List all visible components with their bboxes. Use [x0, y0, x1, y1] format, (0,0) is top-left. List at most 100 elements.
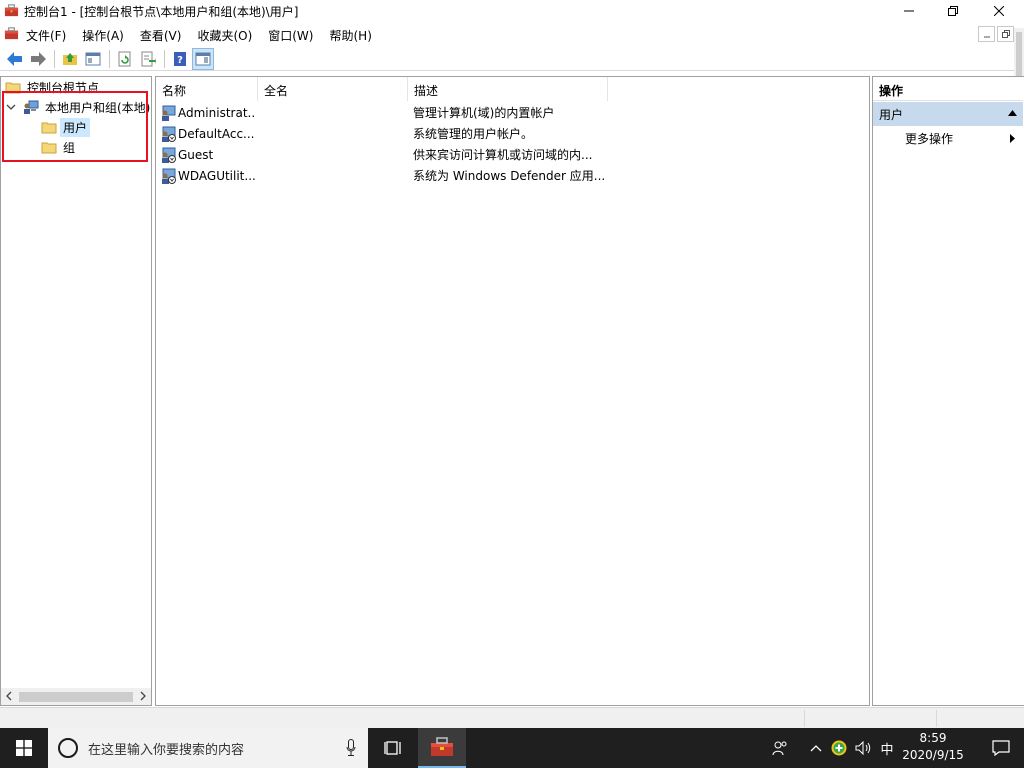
- scrollbar-thumb[interactable]: [19, 692, 133, 702]
- user-name: DefaultAcc...: [178, 126, 255, 141]
- menu-bar: 文件(F) 操作(A) 查看(V) 收藏夹(O) 窗口(W) 帮助(H): [0, 23, 1024, 45]
- tree-item-groups[interactable]: 组: [41, 137, 78, 157]
- show-hide-tree-icon: [85, 52, 101, 65]
- disabled-user-icon: [162, 126, 176, 142]
- ime-indicator[interactable]: 中: [876, 728, 898, 768]
- actions-group-label: 用户: [879, 108, 904, 122]
- microphone-icon[interactable]: [346, 739, 356, 757]
- tray-app-icon[interactable]: [828, 728, 850, 768]
- actions-group-users[interactable]: 用户: [873, 102, 1023, 126]
- chevron-left-icon[interactable]: [5, 691, 13, 701]
- column-header-description[interactable]: 描述: [408, 77, 608, 101]
- menu-file[interactable]: 文件(F): [18, 23, 74, 45]
- tree-item-local-users-groups[interactable]: 本地用户和组(本地): [5, 97, 151, 117]
- list-header: 名称 全名 描述: [156, 77, 608, 101]
- back-arrow-icon: [7, 51, 22, 66]
- mdi-restore-button[interactable]: [997, 26, 1014, 42]
- tree-horizontal-scrollbar[interactable]: [1, 688, 151, 705]
- action-center-button[interactable]: [978, 728, 1024, 768]
- actions-pane: 操作 用户 更多操作: [872, 76, 1024, 706]
- menu-action[interactable]: 操作(A): [74, 23, 132, 45]
- refresh-icon: [118, 51, 131, 66]
- user-description: 系统管理的用户帐户。: [413, 127, 534, 141]
- people-button[interactable]: [766, 728, 794, 768]
- window-title: 控制台1 - [控制台根节点\本地用户和组(本地)\用户]: [24, 5, 299, 19]
- console-tree-pane[interactable]: 控制台根节点 本地用户和组(本地) 用户 组: [0, 76, 152, 706]
- table-row[interactable]: DefaultAcc... 系统管理的用户帐户。: [156, 123, 606, 144]
- status-bar: [0, 707, 1024, 728]
- restore-icon: [948, 6, 958, 16]
- tree-item-label: 用户: [60, 117, 91, 137]
- restore-button[interactable]: [930, 0, 976, 22]
- forward-button[interactable]: [27, 48, 49, 70]
- refresh-button[interactable]: [114, 48, 136, 70]
- volume-button[interactable]: [852, 728, 876, 768]
- menu-view[interactable]: 查看(V): [132, 23, 190, 45]
- task-view-button[interactable]: [370, 728, 416, 768]
- console-document-icon[interactable]: [4, 26, 19, 41]
- chevron-down-icon[interactable]: [5, 101, 17, 113]
- results-list-pane[interactable]: 名称 全名 描述 Administrat... 管理计算机(域)的内置帐户 De…: [155, 76, 870, 706]
- mdi-window-controls: [978, 26, 1014, 42]
- toolbox-app-icon: [4, 4, 19, 17]
- search-placeholder: 在这里输入你要搜索的内容: [88, 742, 245, 758]
- minimize-icon: [983, 36, 990, 38]
- export-list-button[interactable]: [137, 48, 159, 70]
- svg-text:?: ?: [177, 55, 183, 66]
- menu-help[interactable]: 帮助(H): [321, 23, 379, 45]
- notification-icon: [992, 740, 1010, 756]
- chevron-up-icon: [810, 745, 822, 752]
- tree-root-item[interactable]: 控制台根节点: [5, 77, 102, 97]
- toolbar-separator: [54, 49, 55, 68]
- taskbar-mmc-app[interactable]: [418, 728, 466, 768]
- disabled-user-icon: [162, 168, 176, 184]
- title-bar: 控制台1 - [控制台根节点\本地用户和组(本地)\用户]: [0, 0, 1024, 22]
- collapse-up-icon[interactable]: [1008, 110, 1017, 116]
- tree-item-label: 本地用户和组(本地): [45, 100, 151, 115]
- cortana-icon: [58, 738, 78, 758]
- user-name: Guest: [178, 147, 214, 162]
- menu-window[interactable]: 窗口(W): [260, 23, 321, 45]
- submenu-arrow-icon: [1010, 134, 1015, 143]
- close-icon: [994, 6, 1004, 16]
- toolbar: ?: [0, 47, 1014, 71]
- clock-date: 2020/9/15: [902, 748, 964, 762]
- folder-icon: [41, 142, 57, 154]
- back-button[interactable]: [4, 48, 26, 70]
- close-button[interactable]: [976, 0, 1022, 22]
- tree-item-users[interactable]: 用户: [41, 117, 91, 137]
- user-description: 管理计算机(域)的内置帐户: [413, 106, 555, 120]
- up-level-button[interactable]: [59, 48, 81, 70]
- taskbar-search-box[interactable]: 在这里输入你要搜索的内容: [48, 728, 368, 768]
- forward-arrow-icon: [31, 51, 46, 66]
- column-header-fullname[interactable]: 全名: [258, 77, 408, 101]
- tree-root-label: 控制台根节点: [27, 80, 100, 95]
- speaker-icon: [855, 741, 871, 755]
- show-hide-action-pane-icon: [195, 52, 211, 65]
- people-icon: [772, 741, 787, 756]
- table-row[interactable]: Guest 供来宾访问计算机或访问域的内...: [156, 144, 606, 165]
- menu-favorites[interactable]: 收藏夹(O): [189, 23, 260, 45]
- minimize-icon: [904, 10, 914, 12]
- help-button[interactable]: ?: [169, 48, 191, 70]
- column-header-name[interactable]: 名称: [156, 77, 258, 101]
- folder-icon: [41, 122, 57, 134]
- more-actions-item[interactable]: 更多操作: [873, 127, 1023, 149]
- user-description: 供来宾访问计算机或访问域的内...: [413, 148, 593, 162]
- show-hidden-icons-button[interactable]: [806, 728, 826, 768]
- actions-title: 操作: [873, 77, 1023, 101]
- taskbar-clock[interactable]: 8:59 2020/9/15: [898, 730, 968, 764]
- toolbox-app-icon: [431, 737, 453, 756]
- chevron-right-icon[interactable]: [139, 691, 147, 701]
- table-row[interactable]: WDAGUtilit... 系统为 Windows Defender 应用...: [156, 165, 606, 186]
- restore-icon: [1001, 30, 1010, 38]
- minimize-button[interactable]: [886, 0, 932, 22]
- show-hide-action-pane-button[interactable]: [192, 47, 214, 70]
- show-hide-tree-button[interactable]: [82, 48, 104, 70]
- start-button[interactable]: [0, 728, 48, 768]
- user-name: WDAGUtilit...: [178, 168, 256, 183]
- user-icon: [162, 105, 176, 121]
- table-row[interactable]: Administrat... 管理计算机(域)的内置帐户: [156, 102, 606, 123]
- mdi-minimize-button[interactable]: [978, 26, 995, 42]
- user-name: Administrat...: [178, 105, 256, 120]
